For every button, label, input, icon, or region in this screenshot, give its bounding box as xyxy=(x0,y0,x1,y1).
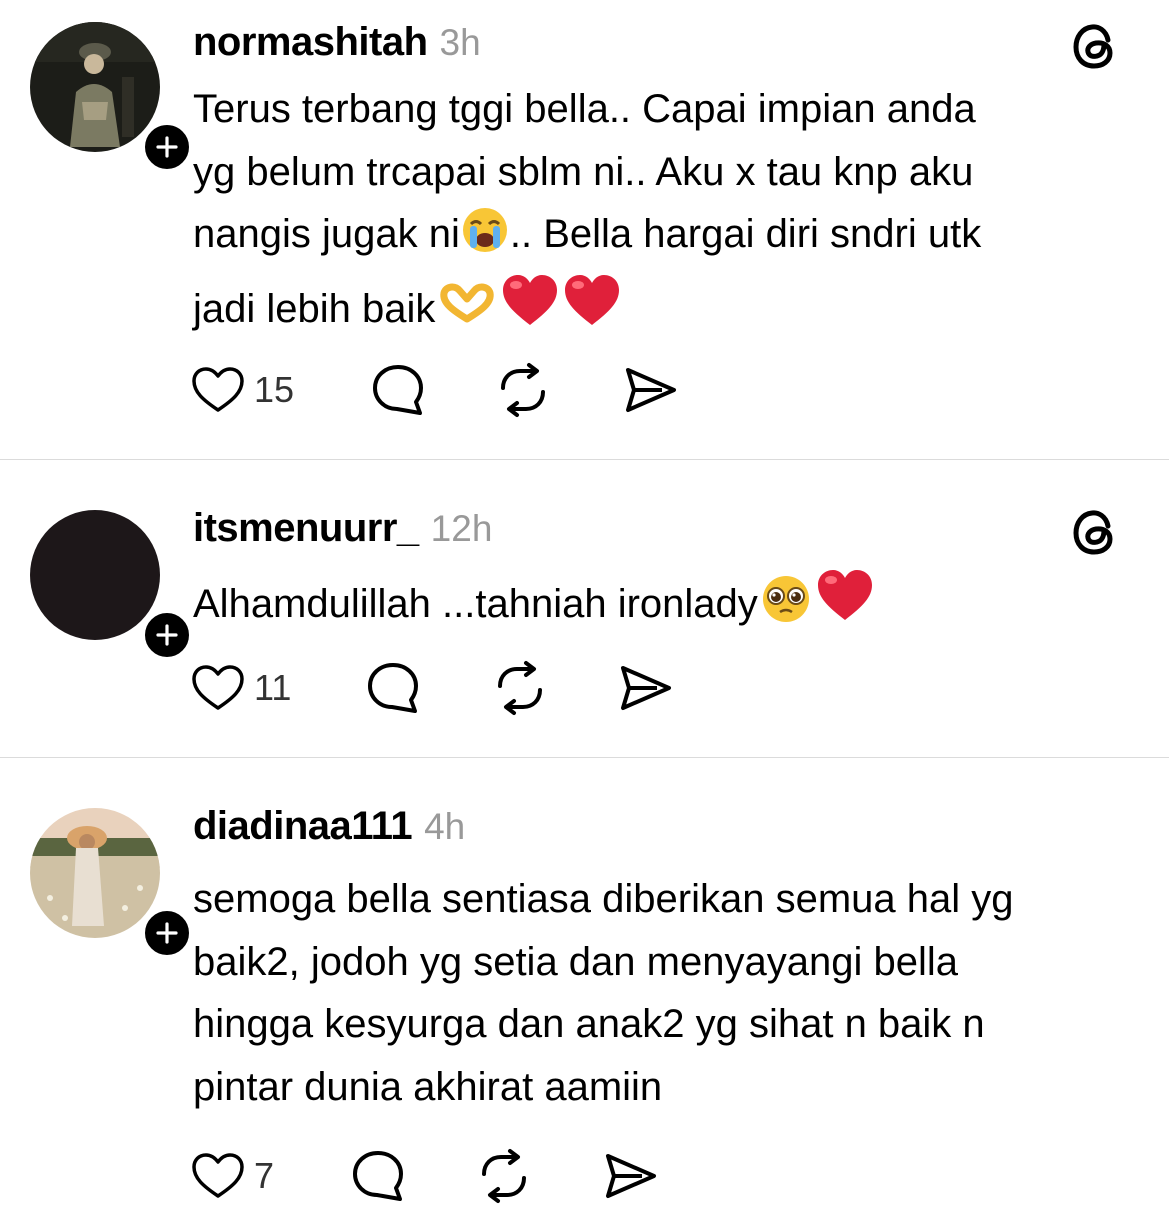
like-button[interactable]: 7 xyxy=(190,1148,274,1204)
text-line: yg belum trcapai sblm ni.. Aku x tau knp… xyxy=(193,149,974,194)
threads-logo-icon[interactable] xyxy=(1070,507,1120,557)
like-button[interactable]: 15 xyxy=(190,362,294,418)
plus-icon xyxy=(156,922,178,944)
avatar[interactable] xyxy=(30,808,160,938)
red-heart-icon xyxy=(562,273,622,348)
post-text: Terus terbang tggi bella.. Capai impian … xyxy=(193,78,1143,347)
paper-plane-icon xyxy=(626,368,676,412)
speech-bubble-icon xyxy=(368,663,418,713)
avatar-container xyxy=(30,22,194,174)
text-line-with-emoji: Alhamdulillah ...tahniah ironlady xyxy=(193,568,1143,643)
share-button[interactable] xyxy=(617,660,673,716)
avatar[interactable] xyxy=(30,510,160,640)
text-line: hingga kesyurga dan anak2 yg sihat n bai… xyxy=(193,1002,985,1046)
post-header: normashitah 3h xyxy=(193,20,481,68)
reply-button[interactable] xyxy=(350,1148,406,1204)
reply-button[interactable] xyxy=(370,362,426,418)
post-text: semoga bella sentiasa diberikan semua ha… xyxy=(193,868,1143,1118)
speech-bubble-icon xyxy=(373,365,423,415)
share-button[interactable] xyxy=(622,362,678,418)
post-header: itsmenuurr_ 12h xyxy=(193,506,492,554)
repost-button[interactable] xyxy=(476,1148,532,1204)
repost-button[interactable] xyxy=(492,660,548,716)
like-count: 7 xyxy=(254,1155,275,1196)
paper-plane-icon xyxy=(621,666,671,710)
post-text: Alhamdulillah ...tahniah ironlady xyxy=(193,568,1143,643)
text-segment: .. Bella hargai diri sndri utk xyxy=(509,212,982,256)
text-line: pintar dunia akhirat aamiin xyxy=(193,1064,663,1109)
threads-logo-icon[interactable] xyxy=(1070,21,1120,71)
username[interactable]: normashitah xyxy=(193,20,428,65)
avatar[interactable] xyxy=(30,22,160,152)
speech-bubble-icon xyxy=(353,1151,403,1201)
text-segment: nangis jugak ni xyxy=(193,212,460,256)
pleading-face-icon xyxy=(759,574,813,643)
loudly-crying-face-icon xyxy=(461,206,509,273)
avatar-container xyxy=(30,510,194,662)
text-segment: Alhamdulillah ...tahniah ironlady xyxy=(193,582,758,626)
timestamp: 12h xyxy=(430,508,493,549)
post-divider xyxy=(0,459,1169,460)
username[interactable]: diadinaa111 xyxy=(193,804,413,849)
heart-outline-icon xyxy=(192,1153,244,1198)
follow-button[interactable] xyxy=(140,608,194,662)
like-button[interactable]: 11 xyxy=(190,660,291,716)
post-header: diadinaa111 4h xyxy=(193,804,465,852)
repost-button[interactable] xyxy=(495,362,551,418)
text-line: semoga bella sentiasa diberikan semua ha… xyxy=(193,877,1014,921)
post-divider xyxy=(0,757,1169,758)
heart-outline-icon xyxy=(192,665,244,710)
heart-hands-icon xyxy=(436,281,498,348)
repost-arrows-icon xyxy=(501,363,545,417)
repost-arrows-icon xyxy=(498,661,542,715)
username[interactable]: itsmenuurr_ xyxy=(193,506,419,551)
like-count: 11 xyxy=(254,667,292,708)
repost-arrows-icon xyxy=(482,1149,526,1203)
text-segment: jadi lebih baik xyxy=(193,286,436,331)
paper-plane-icon xyxy=(606,1154,656,1198)
like-count: 15 xyxy=(254,369,295,410)
avatar-container xyxy=(30,808,194,960)
follow-button[interactable] xyxy=(140,120,194,174)
follow-button[interactable] xyxy=(140,906,194,960)
heart-outline-icon xyxy=(192,367,244,412)
text-line-with-emoji: nangis jugak ni .. Bella hargai diri sndr… xyxy=(193,203,1143,273)
red-heart-icon xyxy=(815,568,875,643)
reply-button[interactable] xyxy=(365,660,421,716)
timestamp: 3h xyxy=(439,22,481,63)
red-heart-icon xyxy=(500,273,560,348)
text-line: baik2, jodoh yg setia dan menyayangi bel… xyxy=(193,939,958,984)
text-line-with-emoji: jadi lebih baik xyxy=(193,273,1143,348)
timestamp: 4h xyxy=(424,806,466,847)
share-button[interactable] xyxy=(602,1148,658,1204)
plus-icon xyxy=(156,624,178,646)
text-line: Terus terbang tggi bella.. Capai impian … xyxy=(193,87,976,131)
plus-icon xyxy=(156,136,178,158)
